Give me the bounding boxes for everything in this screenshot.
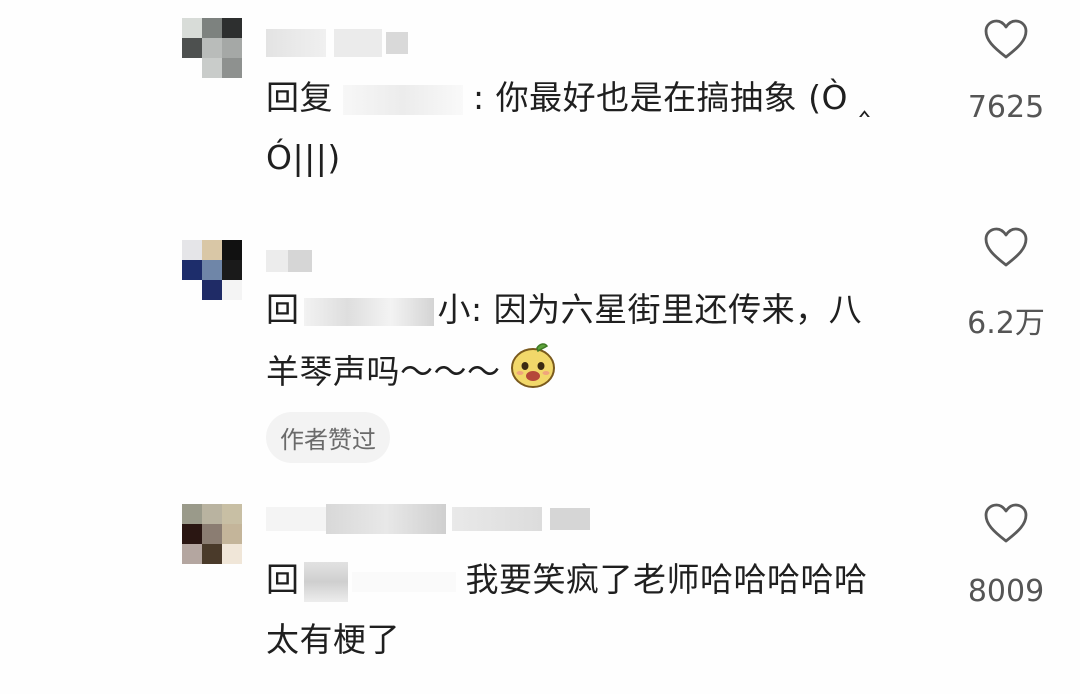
heart-outline-icon bbox=[984, 227, 1028, 267]
reply-text-line2: 羊琴声吗～～～ bbox=[266, 352, 501, 391]
reply-prefix: 回复 bbox=[266, 78, 333, 117]
avatar[interactable] bbox=[182, 240, 242, 302]
comment-text-continued: 太有梗了 bbox=[266, 620, 400, 659]
like-button[interactable]: 7625 bbox=[964, 18, 1048, 125]
username-blurred[interactable] bbox=[266, 502, 590, 536]
mention-blurred bbox=[343, 84, 463, 115]
avatar[interactable] bbox=[182, 504, 242, 566]
mention-blurred bbox=[303, 561, 348, 602]
comment-text: 回复 : 你最好也是在搞抽象 (Ò ‸ bbox=[266, 70, 871, 126]
username-blurred[interactable] bbox=[266, 26, 408, 60]
reply-text: 小: 因为六星街里还传来，八 bbox=[437, 290, 863, 329]
comment-text-continued: 羊琴声吗～～～ bbox=[266, 340, 559, 407]
reply-text: 我要笑疯了老师哈哈哈哈哈 bbox=[465, 560, 868, 599]
author-liked-badge: 作者赞过 bbox=[266, 412, 390, 463]
comment-text-continued: Ó|||) bbox=[266, 138, 341, 177]
heart-outline-icon bbox=[984, 19, 1028, 59]
username-blurred[interactable] bbox=[266, 244, 312, 278]
comment-text: 回 我要笑疯了老师哈哈哈哈哈 bbox=[266, 552, 868, 608]
like-button[interactable]: 6.2万 bbox=[964, 226, 1048, 342]
comment-text: 回 小: 因为六星街里还传来，八 bbox=[266, 282, 862, 338]
reply-prefix: 回 bbox=[266, 560, 300, 599]
smiling-face-emoji-icon bbox=[507, 340, 559, 407]
mention-blurred bbox=[303, 297, 434, 326]
heart-outline-icon bbox=[984, 503, 1028, 543]
reply-prefix: 回 bbox=[266, 290, 300, 329]
mention-blurred bbox=[351, 571, 456, 592]
like-count: 7625 bbox=[967, 90, 1045, 125]
avatar[interactable] bbox=[182, 18, 242, 80]
reply-text: : 你最好也是在搞抽象 (Ò ‸ bbox=[473, 78, 871, 117]
like-count: 8009 bbox=[967, 574, 1045, 609]
like-button[interactable]: 8009 bbox=[964, 502, 1048, 609]
like-count: 6.2万 bbox=[967, 306, 1045, 341]
